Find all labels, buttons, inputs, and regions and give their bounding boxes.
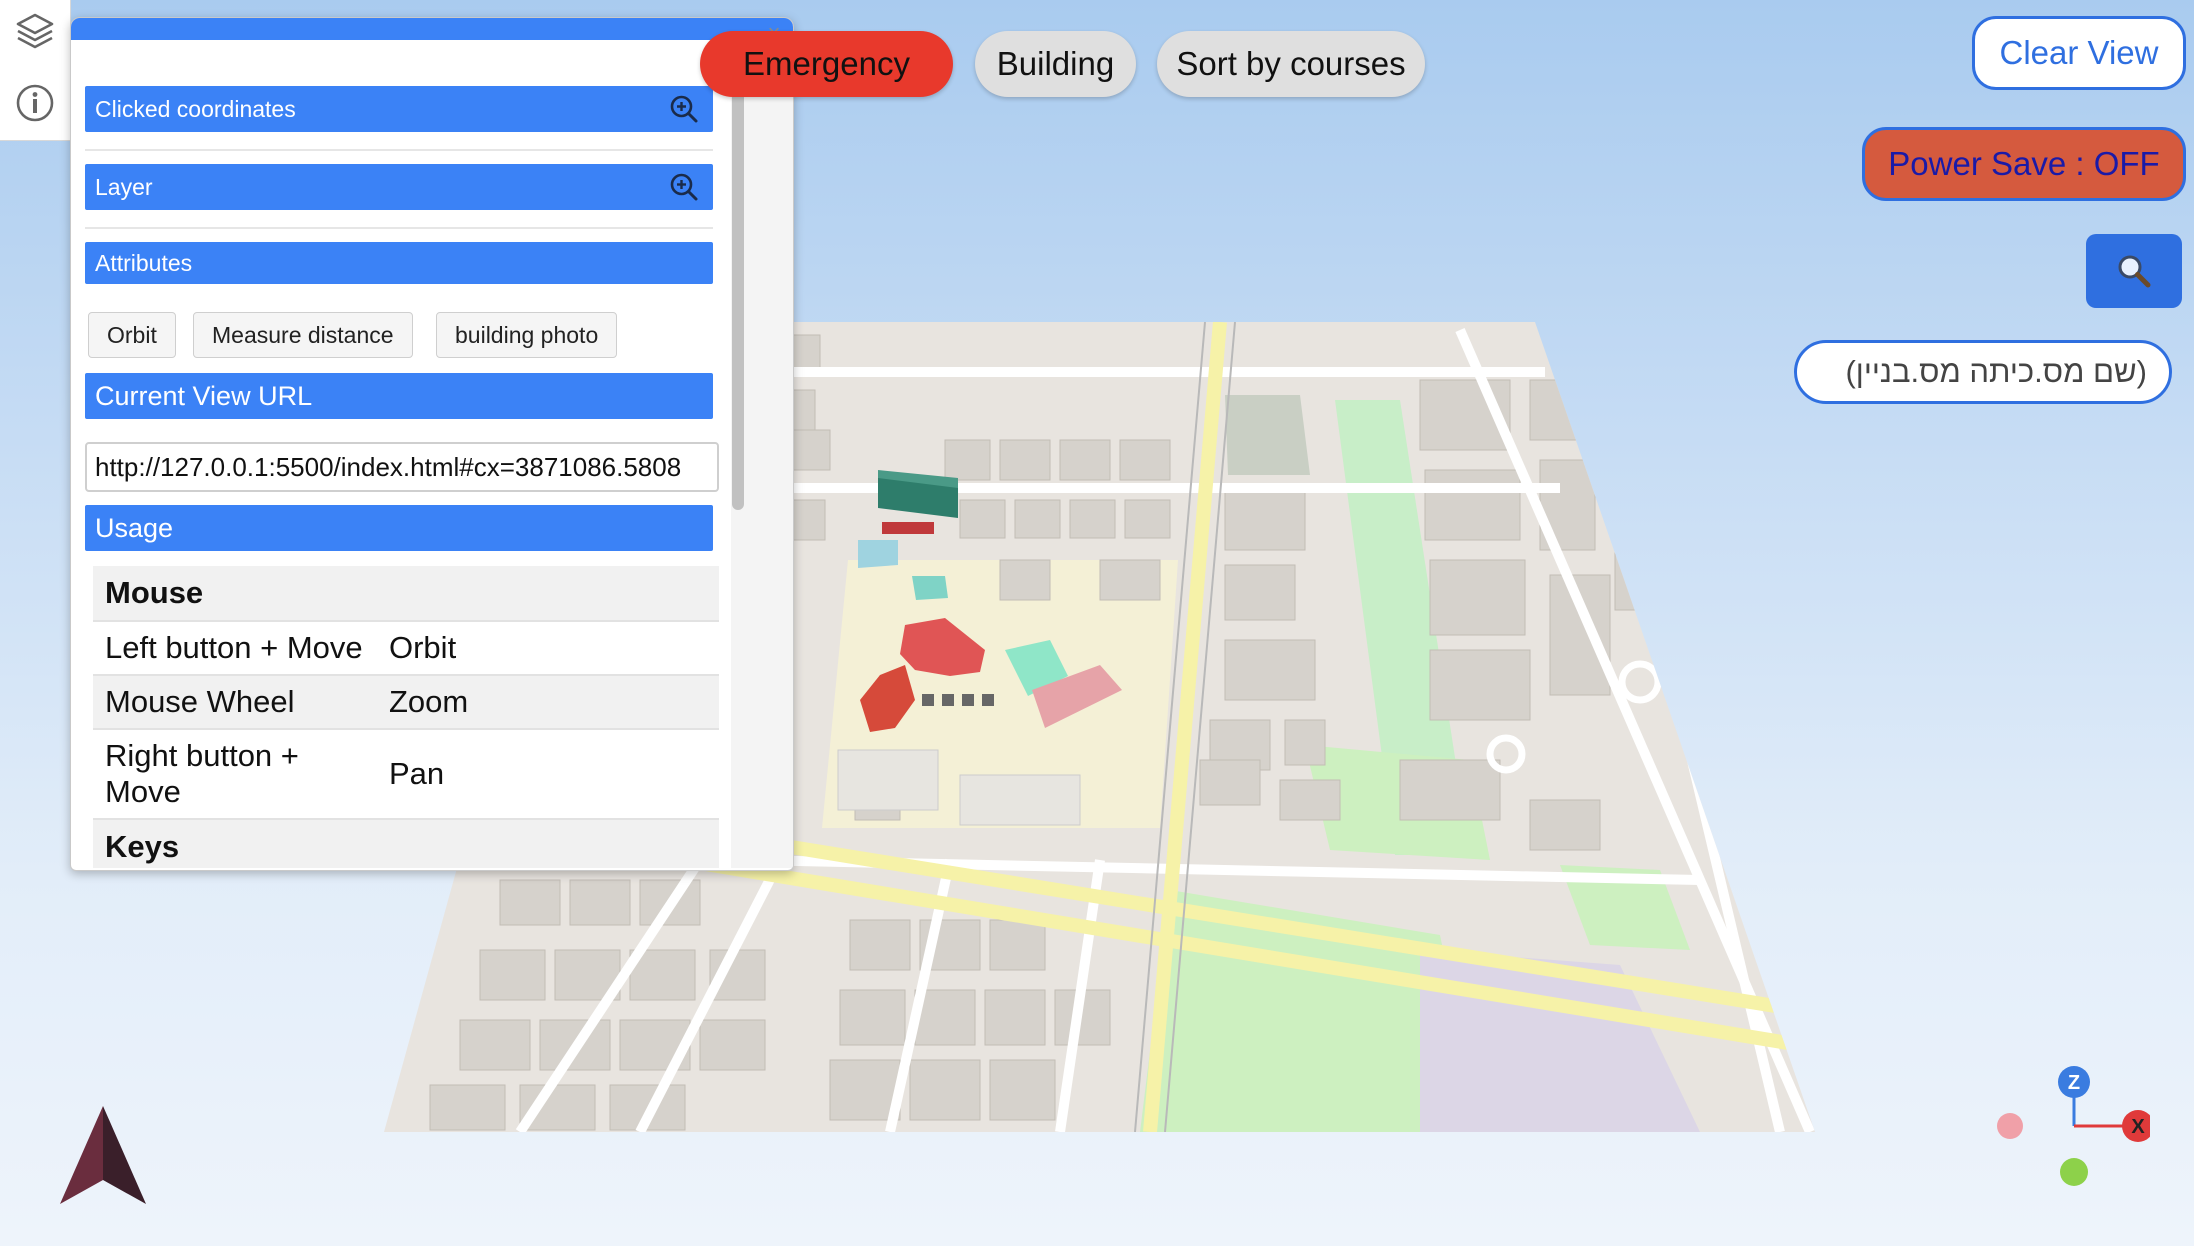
usage-input: Right button + Move	[93, 729, 377, 820]
usage-table: Mouse Left button + Move Orbit Mouse Whe…	[93, 566, 719, 868]
layer-label: Layer	[95, 174, 153, 200]
orbit-button[interactable]: Orbit	[88, 312, 176, 358]
building-photo-button[interactable]: building photo	[436, 312, 618, 358]
attributes-label: Attributes	[95, 250, 193, 276]
clear-view-button[interactable]: Clear View	[1972, 16, 2186, 90]
divider	[85, 227, 713, 229]
building-button[interactable]: Building	[975, 31, 1136, 97]
usage-action: Pan	[377, 729, 719, 820]
sort-by-courses-button[interactable]: Sort by courses	[1157, 31, 1425, 97]
search-button[interactable]	[2086, 234, 2182, 308]
current-view-url-section[interactable]: Current View URL	[85, 373, 713, 419]
table-row: Mouse	[93, 566, 719, 622]
keys-header: Keys	[93, 819, 719, 868]
usage-action: Zoom	[377, 675, 719, 730]
zoom-in-icon[interactable]	[669, 172, 699, 202]
emergency-button[interactable]: Emergency	[700, 31, 953, 97]
measure-distance-button[interactable]: Measure distance	[193, 312, 413, 358]
current-view-url-input[interactable]	[85, 442, 719, 492]
info-panel: × Clicked coordinates Layer Attribu	[70, 17, 794, 871]
table-row: Right button + Move Pan	[93, 729, 719, 820]
z-axis-label: Z	[2068, 1072, 2080, 1094]
x-axis-label: X	[2131, 1116, 2145, 1138]
clicked-coordinates-section[interactable]: Clicked coordinates	[85, 86, 713, 132]
search-icon	[2118, 255, 2151, 288]
zoom-in-icon[interactable]	[669, 94, 699, 124]
panel-header-bar[interactable]	[71, 18, 793, 40]
attributes-section[interactable]: Attributes	[85, 242, 713, 284]
usage-label: Usage	[95, 513, 174, 543]
layers-icon	[16, 13, 54, 49]
layer-section[interactable]: Layer	[85, 164, 713, 210]
left-toolbar	[0, 0, 71, 141]
table-row: Keys	[93, 819, 719, 868]
table-row: Mouse Wheel Zoom	[93, 675, 719, 730]
north-arrow-icon[interactable]	[58, 1104, 148, 1206]
panel-content: Clicked coordinates Layer Attributes Orb…	[71, 42, 793, 868]
table-row: Left button + Move Orbit	[93, 621, 719, 676]
sports-field	[1225, 395, 1310, 475]
usage-action: Orbit	[377, 621, 719, 676]
mouse-header: Mouse	[93, 566, 719, 622]
info-button[interactable]	[12, 80, 58, 126]
usage-input: Mouse Wheel	[93, 675, 377, 730]
clicked-coordinates-label: Clicked coordinates	[95, 96, 296, 122]
y-axis-dot[interactable]	[2060, 1158, 2088, 1186]
power-save-toggle[interactable]: Power Save : OFF	[1862, 127, 2186, 201]
search-input[interactable]	[1794, 340, 2172, 404]
negative-x-axis-dot[interactable]	[1997, 1113, 2023, 1139]
layers-button[interactable]	[12, 8, 58, 54]
info-icon	[16, 84, 54, 122]
divider	[85, 149, 713, 151]
axes-gizmo[interactable]: Z X	[1990, 1062, 2150, 1194]
usage-section[interactable]: Usage	[85, 505, 713, 551]
current-view-url-label: Current View URL	[95, 381, 313, 411]
usage-input: Left button + Move	[93, 621, 377, 676]
